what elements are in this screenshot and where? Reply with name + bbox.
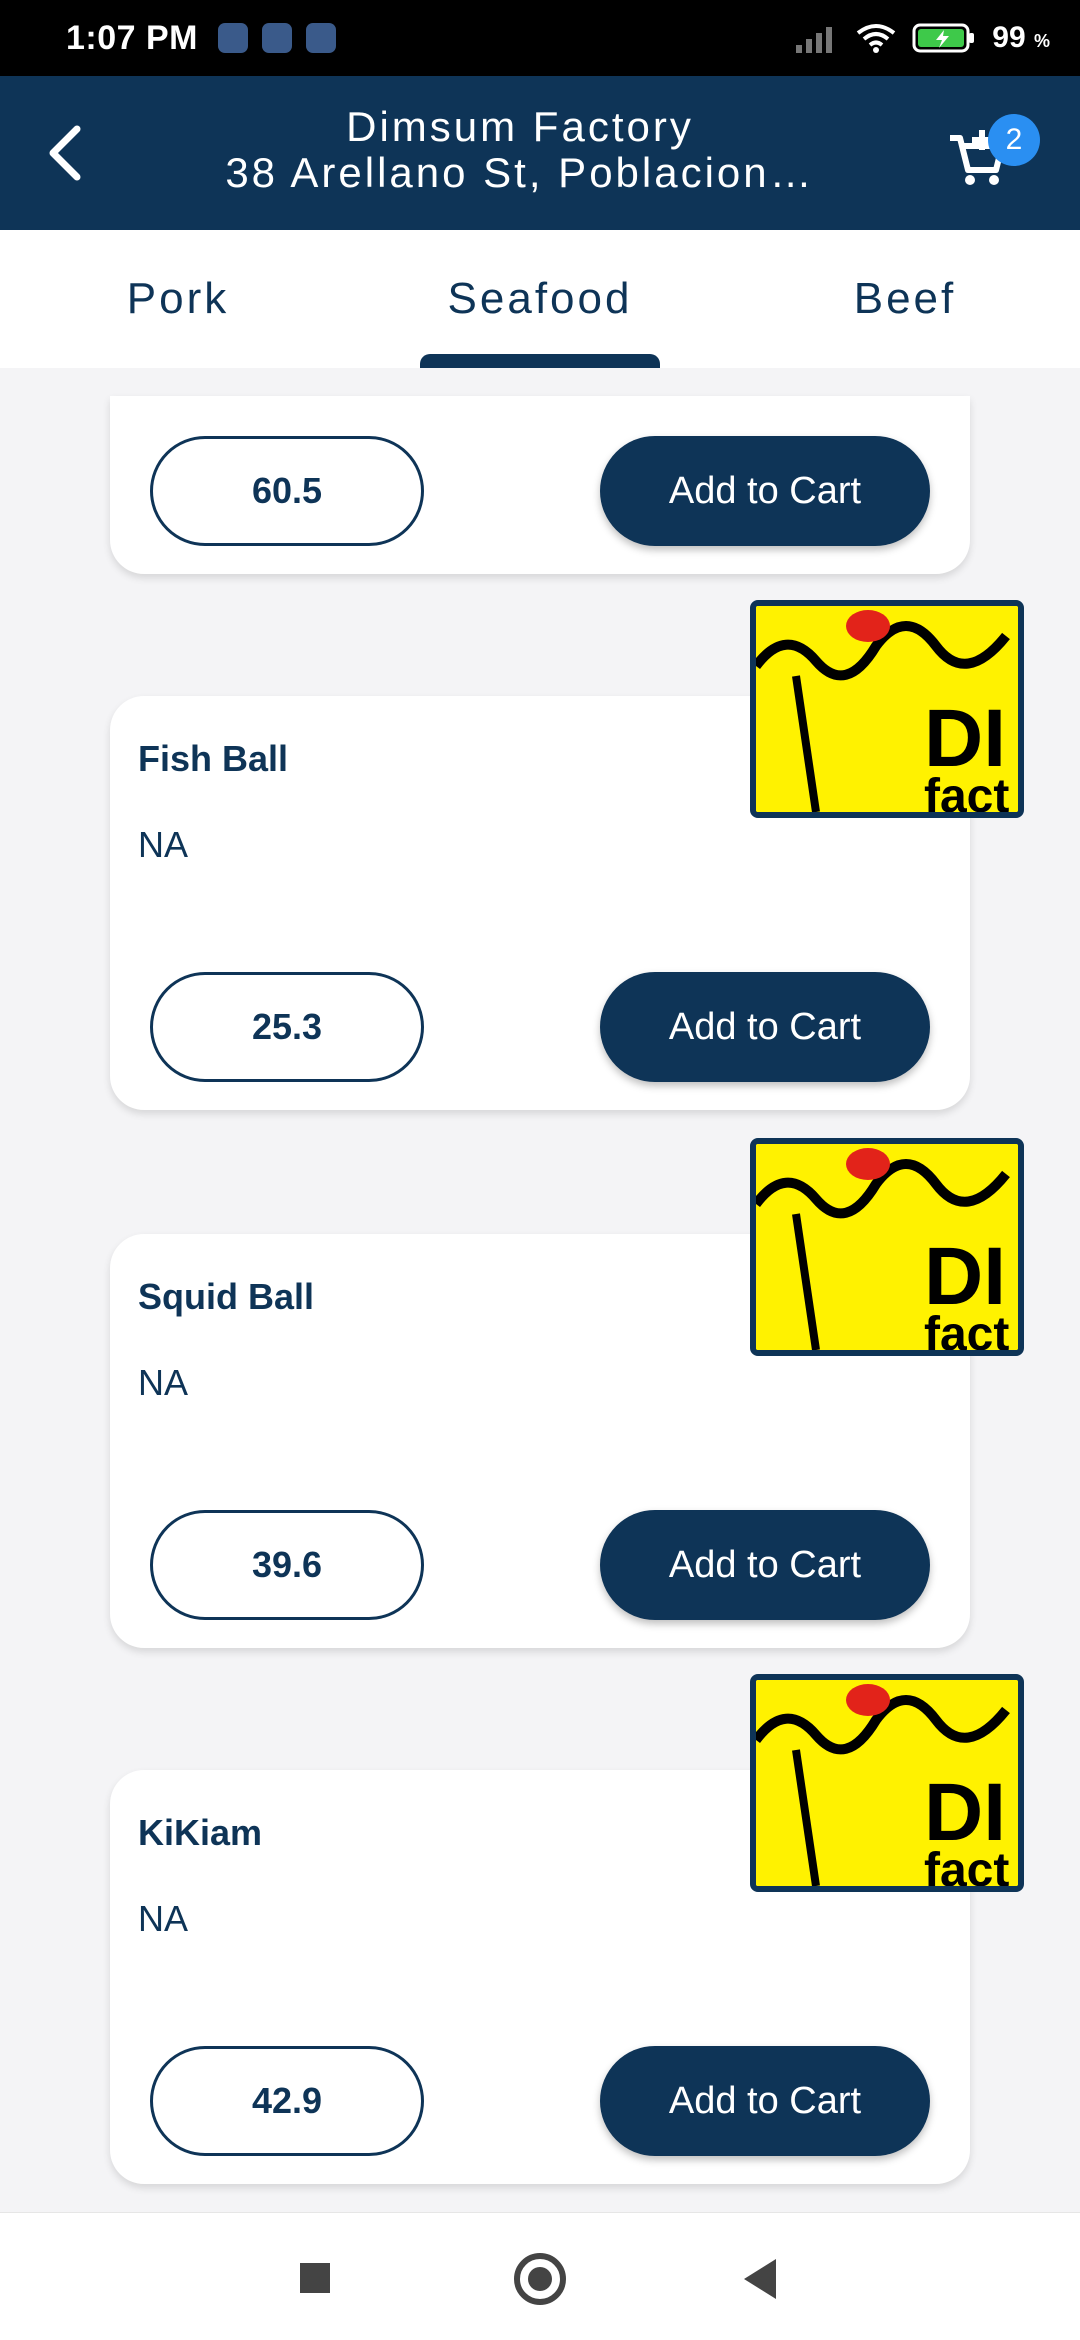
product-name: Squid Ball <box>138 1276 315 1317</box>
product-description: NA <box>138 824 189 865</box>
cart-count-badge: 2 <box>988 114 1040 166</box>
system-back-button[interactable] <box>744 2259 776 2299</box>
product-name: KiKiam <box>138 1812 263 1853</box>
svg-text:fact: fact <box>924 1308 1009 1350</box>
price-pill: 60.5 <box>150 436 424 546</box>
selected-tab-indicator <box>420 354 660 368</box>
product-image[interactable]: DI fact <box>750 1674 1024 1892</box>
app-bar: Dimsum Factory 38 Arellano St, Poblacion… <box>0 76 1080 230</box>
add-to-cart-button[interactable]: Add to Cart <box>600 1510 930 1620</box>
battery-icon <box>912 23 975 53</box>
product-image[interactable]: DI fact <box>750 600 1024 818</box>
dimsum-logo: DI fact <box>756 1680 1018 1886</box>
category-tabs: Pork Seafood Beef <box>0 230 1080 368</box>
dimsum-logo: DI fact <box>756 606 1018 812</box>
header-titles: Dimsum Factory 38 Arellano St, Poblacion… <box>160 104 880 196</box>
notification-icons <box>218 23 336 53</box>
recents-button[interactable] <box>300 2263 330 2293</box>
status-time: 1:07 PM <box>66 18 198 57</box>
youtube-notification-icon <box>218 23 248 53</box>
app-notification-icon <box>306 23 336 53</box>
home-button[interactable] <box>514 2253 566 2305</box>
battery-percent: 99 % <box>992 21 1050 54</box>
price-pill: 25.3 <box>150 972 424 1082</box>
back-button[interactable] <box>30 118 100 188</box>
back-arrow-icon <box>49 125 81 181</box>
product-image[interactable]: DI fact <box>750 1138 1024 1356</box>
product-card: 60.5 Add to Cart <box>110 396 970 574</box>
svg-text:fact: fact <box>924 1844 1009 1886</box>
product-name: Fish Ball <box>138 738 289 779</box>
system-nav-bar <box>0 2212 1080 2340</box>
tab-beef[interactable]: Beef <box>800 230 1010 368</box>
wifi-icon <box>857 24 896 53</box>
add-to-cart-button[interactable]: Add to Cart <box>600 436 930 546</box>
signal-icon <box>796 27 833 53</box>
store-name: Dimsum Factory <box>346 104 694 150</box>
price-pill: 39.6 <box>150 1510 424 1620</box>
add-to-cart-button[interactable]: Add to Cart <box>600 972 930 1082</box>
price-pill: 42.9 <box>150 2046 424 2156</box>
svg-text:fact: fact <box>924 770 1009 812</box>
dimsum-logo: DI fact <box>756 1144 1018 1350</box>
status-bar: 1:07 PM 99 % <box>0 0 1080 76</box>
tab-pork[interactable]: Pork <box>60 230 296 368</box>
product-description: NA <box>138 1362 189 1403</box>
store-address: 38 Arellano St, Poblacion… <box>225 150 815 196</box>
app-notification-icon <box>262 23 292 53</box>
tab-seafood[interactable]: Seafood <box>420 230 660 368</box>
product-description: NA <box>138 1898 189 1939</box>
add-to-cart-button[interactable]: Add to Cart <box>600 2046 930 2156</box>
